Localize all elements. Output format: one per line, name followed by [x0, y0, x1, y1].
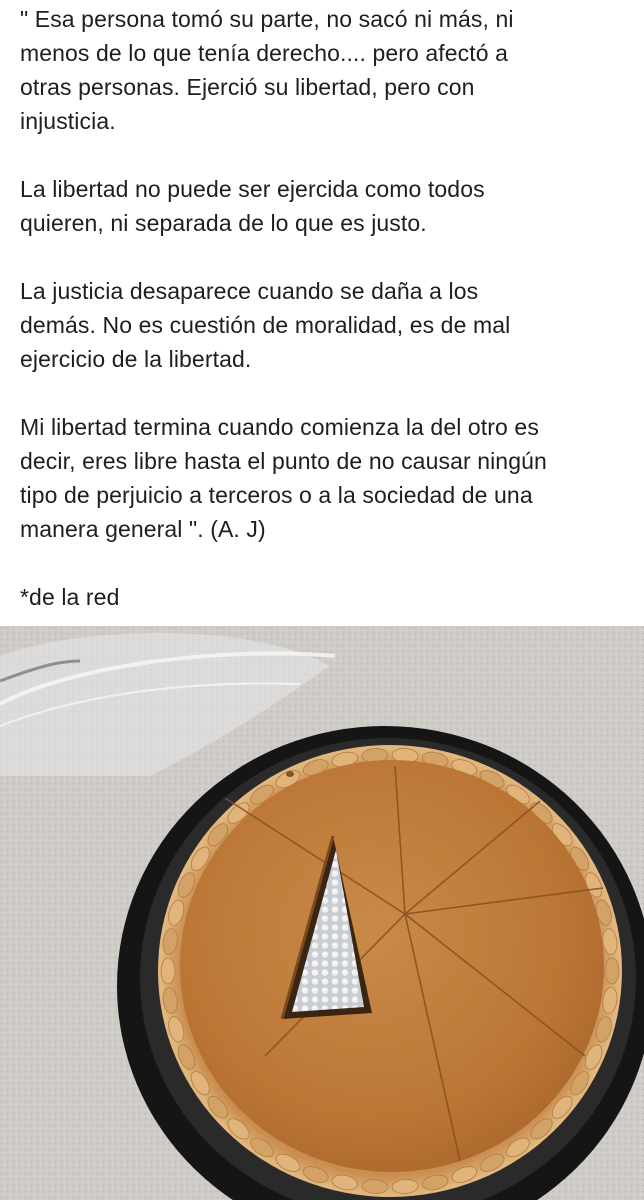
post-paragraph: *de la red [20, 580, 630, 614]
text-line: Mi libertad termina cuando comienza la d… [20, 414, 539, 440]
post-text: " Esa persona tomó su parte, no sacó ni … [20, 2, 630, 648]
post: " Esa persona tomó su parte, no sacó ni … [0, 0, 644, 1200]
text-line: injusticia. [20, 108, 116, 134]
text-line: " Esa persona tomó su parte, no sacó ni … [20, 6, 514, 32]
pie-illustration [0, 626, 644, 1200]
text-line: manera general ". (A. J) [20, 516, 266, 542]
post-photo[interactable] [0, 626, 644, 1200]
text-line: demás. No es cuestión de moralidad, es d… [20, 312, 511, 338]
text-line: tipo de perjuicio a terceros o a la soci… [20, 482, 533, 508]
text-line: otras personas. Ejerció su libertad, per… [20, 74, 475, 100]
pie-filling [180, 760, 604, 1172]
post-paragraph: La libertad no puede ser ejercida como t… [20, 172, 630, 240]
text-line: La justicia desaparece cuando se daña a … [20, 278, 479, 304]
source-note: *de la red [20, 584, 120, 610]
post-paragraph: La justicia desaparece cuando se daña a … [20, 274, 630, 376]
text-line: menos de lo que tenía derecho.... pero a… [20, 40, 509, 66]
text-line: ejercicio de la libertad. [20, 346, 252, 372]
text-line: La libertad no puede ser ejercida como t… [20, 176, 485, 202]
crust-flute [604, 957, 620, 985]
post-paragraph: Mi libertad termina cuando comienza la d… [20, 410, 630, 546]
post-paragraph: " Esa persona tomó su parte, no sacó ni … [20, 2, 630, 138]
crust-flute [160, 957, 176, 985]
text-line: quieren, ni separada de lo que es justo. [20, 210, 427, 236]
text-line: decir, eres libre hasta el punto de no c… [20, 448, 547, 474]
